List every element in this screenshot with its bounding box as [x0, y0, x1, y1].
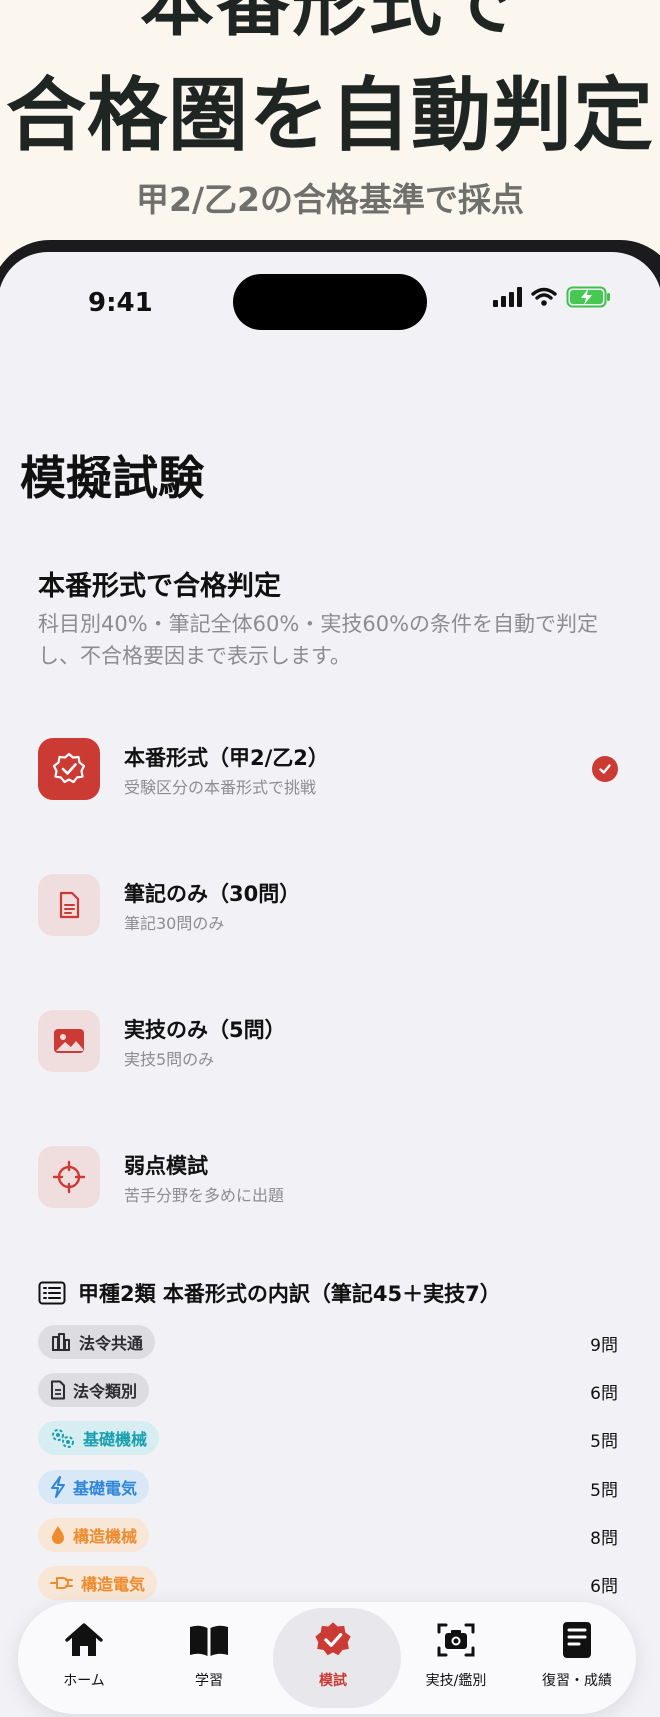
tab-mock-exam[interactable]: 模試 — [273, 1602, 401, 1714]
badge-check-icon — [273, 1620, 393, 1660]
mode-subtitle: 筆記30問のみ — [124, 914, 225, 933]
tab-home[interactable]: ホーム — [24, 1602, 144, 1714]
subject-label: 基礎機械 — [83, 1430, 148, 1449]
promo-header: 本番形式で 合格圏を自動判定 甲2/乙2の合格基準で採点 — [0, 0, 660, 250]
mode-title: 本番形式（甲2/乙2） — [124, 746, 329, 770]
breakdown-row: 構造電気 6問 — [38, 1566, 618, 1600]
tab-bar: ホーム 学習 模試 実技/鑑別 復習・成績 — [18, 1602, 636, 1714]
tab-label: 学習 — [195, 1673, 223, 1689]
subject-chip: 構造電気 — [38, 1566, 158, 1600]
status-icons — [493, 286, 612, 308]
subject-chip: 基礎電気 — [38, 1470, 150, 1504]
gears-icon — [52, 1429, 74, 1448]
promo-headline-1: 本番形式で — [140, 0, 520, 46]
breakdown-row: 基礎機械 5問 — [38, 1421, 618, 1455]
mode-option-full-exam[interactable]: 本番形式（甲2/乙2） 受験区分の本番形式で挑戦 — [38, 738, 628, 802]
page-title: 模擬試験 — [20, 451, 204, 505]
bolt-icon — [51, 1476, 65, 1498]
mode-option-weakness[interactable]: 弱点模試 苦手分野を多めに出題 — [38, 1146, 628, 1210]
mode-title: 弱点模試 — [124, 1154, 208, 1178]
status-time: 9:41 — [88, 288, 153, 318]
intro-description: 科目別40%・筆記全体60%・実技60%の条件を自動で判定し、不合格要因まで表示… — [38, 612, 599, 668]
badge-check-icon — [38, 738, 100, 800]
mode-subtitle: 受験区分の本番形式で挑戦 — [124, 778, 317, 797]
breakdown-title: 甲種2類 本番形式の内訳（筆記45＋実技7） — [78, 1282, 501, 1306]
mode-subtitle: 実技5問のみ — [124, 1050, 215, 1069]
mode-title: 実技のみ（5問） — [124, 1018, 286, 1042]
drop-icon — [52, 1526, 64, 1544]
question-count: 6問 — [590, 1577, 618, 1597]
mode-option-written[interactable]: 筆記のみ（30問） 筆記30問のみ — [38, 874, 628, 938]
subject-chip: 法令類別 — [38, 1373, 150, 1407]
subject-label: 法令共通 — [79, 1334, 144, 1353]
mode-title: 筆記のみ（30問） — [124, 882, 301, 906]
wifi-icon — [531, 287, 557, 306]
subject-chip: 基礎機械 — [38, 1421, 160, 1455]
question-count: 6問 — [590, 1384, 618, 1404]
breakdown-row: 構造機械 8問 — [38, 1518, 618, 1552]
plug-icon — [50, 1577, 73, 1589]
breakdown-row: 法令共通 9問 — [38, 1325, 618, 1359]
subject-chip: 構造機械 — [38, 1518, 150, 1552]
battery-charging-icon — [566, 286, 610, 308]
tab-label: 実技/鑑別 — [425, 1673, 487, 1689]
subject-label: 基礎電気 — [73, 1479, 138, 1498]
signal-icon — [493, 287, 522, 307]
crosshair-icon — [38, 1146, 100, 1208]
tab-review[interactable]: 復習・成績 — [517, 1602, 637, 1714]
intro-title: 本番形式で合格判定 — [38, 571, 281, 602]
tab-study[interactable]: 学習 — [149, 1602, 269, 1714]
breakdown-row: 基礎電気 5問 — [38, 1470, 618, 1504]
selected-check-icon — [592, 756, 618, 782]
question-count: 9問 — [590, 1336, 618, 1356]
question-count: 8問 — [590, 1529, 618, 1549]
breakdown-header: 甲種2類 本番形式の内訳（筆記45＋実技7） — [38, 1278, 501, 1308]
mode-option-practical[interactable]: 実技のみ（5問） 実技5問のみ — [38, 1010, 628, 1074]
list-icon — [38, 1281, 66, 1305]
subject-chip: 法令共通 — [38, 1325, 156, 1359]
document-icon — [51, 1380, 65, 1400]
tab-label: ホーム — [63, 1673, 105, 1689]
breakdown-row: 法令類別 6問 — [38, 1373, 618, 1407]
tab-label: 模試 — [319, 1673, 347, 1689]
question-count: 5問 — [590, 1481, 618, 1501]
subject-label: 構造機械 — [73, 1527, 138, 1546]
subject-label: 法令類別 — [73, 1382, 138, 1401]
building-icon — [52, 1333, 70, 1351]
promo-subheadline: 甲2/乙2の合格基準で採点 — [136, 180, 524, 219]
promo-headline-2: 合格圏を自動判定 — [6, 69, 654, 162]
notes-icon — [517, 1620, 637, 1660]
book-icon — [149, 1620, 269, 1660]
subject-label: 構造電気 — [81, 1575, 146, 1594]
document-icon — [38, 874, 100, 936]
camera-scan-icon — [396, 1620, 516, 1660]
dynamic-island — [233, 274, 427, 330]
image-icon — [38, 1010, 100, 1072]
home-icon — [24, 1620, 144, 1660]
tab-label: 復習・成績 — [542, 1673, 612, 1689]
question-count: 5問 — [590, 1432, 618, 1452]
app-screen: 9:41 模擬試験 本番形式で合格判定 科目別40%・筆記全体60%・実技60%… — [0, 252, 660, 1717]
tab-practical[interactable]: 実技/鑑別 — [396, 1602, 516, 1714]
mode-subtitle: 苦手分野を多めに出題 — [124, 1186, 285, 1205]
